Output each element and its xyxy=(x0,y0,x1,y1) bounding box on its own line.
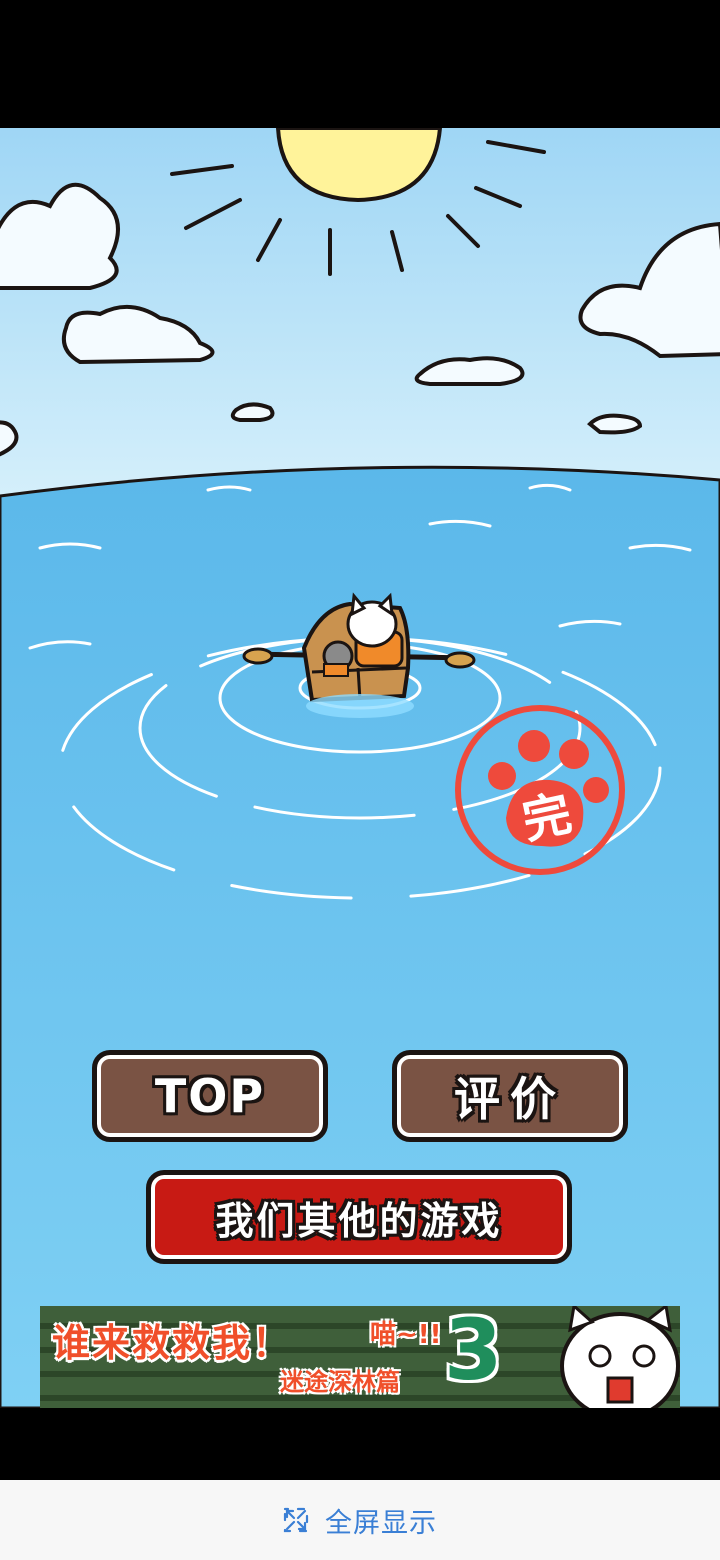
banner-subtitle: 迷途深林篇 xyxy=(280,1368,400,1396)
banner-number: 3 xyxy=(444,1306,503,1399)
crying-cat-icon xyxy=(560,1306,680,1408)
fullscreen-label: 全屏显示 xyxy=(325,1507,437,1539)
top-button[interactable]: TOP xyxy=(92,1050,328,1142)
banner-title: 谁来救救我！ xyxy=(52,1321,293,1365)
top-button-label: TOP xyxy=(154,1069,266,1123)
expand-icon xyxy=(283,1507,309,1533)
other-games-button-label: 我们其他的游戏 xyxy=(215,1198,503,1243)
fullscreen-bar[interactable]: 全屏显示 xyxy=(0,1480,720,1560)
rate-button[interactable]: 评价 xyxy=(392,1050,628,1142)
game-ad-banner[interactable]: 谁来救救我！ 喵~!! 迷途深林篇 3 xyxy=(40,1306,680,1408)
rate-button-label: 评价 xyxy=(454,1072,566,1126)
banner-meow: 喵~!! xyxy=(370,1320,442,1350)
bottom-black-bar xyxy=(0,1408,720,1480)
other-games-button[interactable]: 我们其他的游戏 xyxy=(146,1170,572,1264)
top-black-bar xyxy=(0,0,720,128)
